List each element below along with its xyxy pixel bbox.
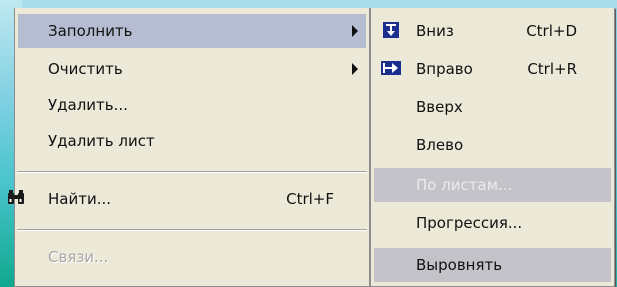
- submenu-item-justify[interactable]: Выровнять: [374, 248, 611, 282]
- menu-item-delete-sheet[interactable]: Удалить лист: [18, 124, 366, 158]
- menu-item-clear[interactable]: Очистить: [18, 52, 366, 86]
- submenu-item-series[interactable]: Прогрессия...: [374, 206, 611, 240]
- menu-item-label: Заполнить: [48, 22, 133, 40]
- menu-separator: [17, 229, 367, 231]
- menu-item-links[interactable]: Связи...: [18, 240, 366, 274]
- submenu-item-across-sheets[interactable]: По листам...: [374, 168, 611, 202]
- menu-item-fill[interactable]: Заполнить: [18, 14, 366, 48]
- edit-menu: Заполнить Очистить Удалить... Удалить ли…: [8, 8, 370, 287]
- submenu-item-label: Прогрессия...: [416, 214, 523, 232]
- submenu-item-label: Вверх: [416, 98, 463, 116]
- submenu-item-up[interactable]: Вверх: [374, 90, 611, 124]
- binoculars-icon: [8, 190, 24, 204]
- submenu-item-label: Вниз: [416, 22, 454, 40]
- submenu-item-label: По листам...: [416, 176, 513, 194]
- submenu-item-right[interactable]: Вправо Ctrl+R: [374, 52, 611, 86]
- submenu-item-label: Вправо: [416, 60, 473, 78]
- submenu-item-label: Влево: [416, 136, 464, 154]
- menu-item-label: Найти...: [48, 190, 112, 208]
- submenu-item-shortcut: Ctrl+D: [526, 22, 577, 40]
- menu-item-find[interactable]: Найти... Ctrl+F: [8, 182, 366, 216]
- fill-submenu: Вниз Ctrl+D Вправо Ctrl+R Вверх Влево По…: [370, 8, 615, 287]
- menu-item-label: Очистить: [48, 60, 123, 78]
- submenu-item-label: Выровнять: [416, 256, 503, 274]
- menu-item-shortcut: Ctrl+F: [286, 190, 334, 208]
- menu-item-delete[interactable]: Удалить...: [18, 88, 366, 122]
- menu-item-label: Удалить...: [48, 96, 128, 114]
- submenu-item-left[interactable]: Влево: [374, 128, 611, 162]
- background-top: [22, 0, 617, 8]
- submenu-arrow-icon: [352, 63, 358, 75]
- submenu-item-down[interactable]: Вниз Ctrl+D: [374, 14, 611, 48]
- submenu-arrow-icon: [352, 25, 358, 37]
- fill-down-icon: [383, 22, 399, 38]
- menu-separator: [17, 171, 367, 173]
- menu-item-label: Связи...: [48, 248, 109, 266]
- submenu-item-shortcut: Ctrl+R: [527, 60, 577, 78]
- fill-right-icon: [381, 61, 401, 75]
- menu-item-label: Удалить лист: [48, 132, 155, 150]
